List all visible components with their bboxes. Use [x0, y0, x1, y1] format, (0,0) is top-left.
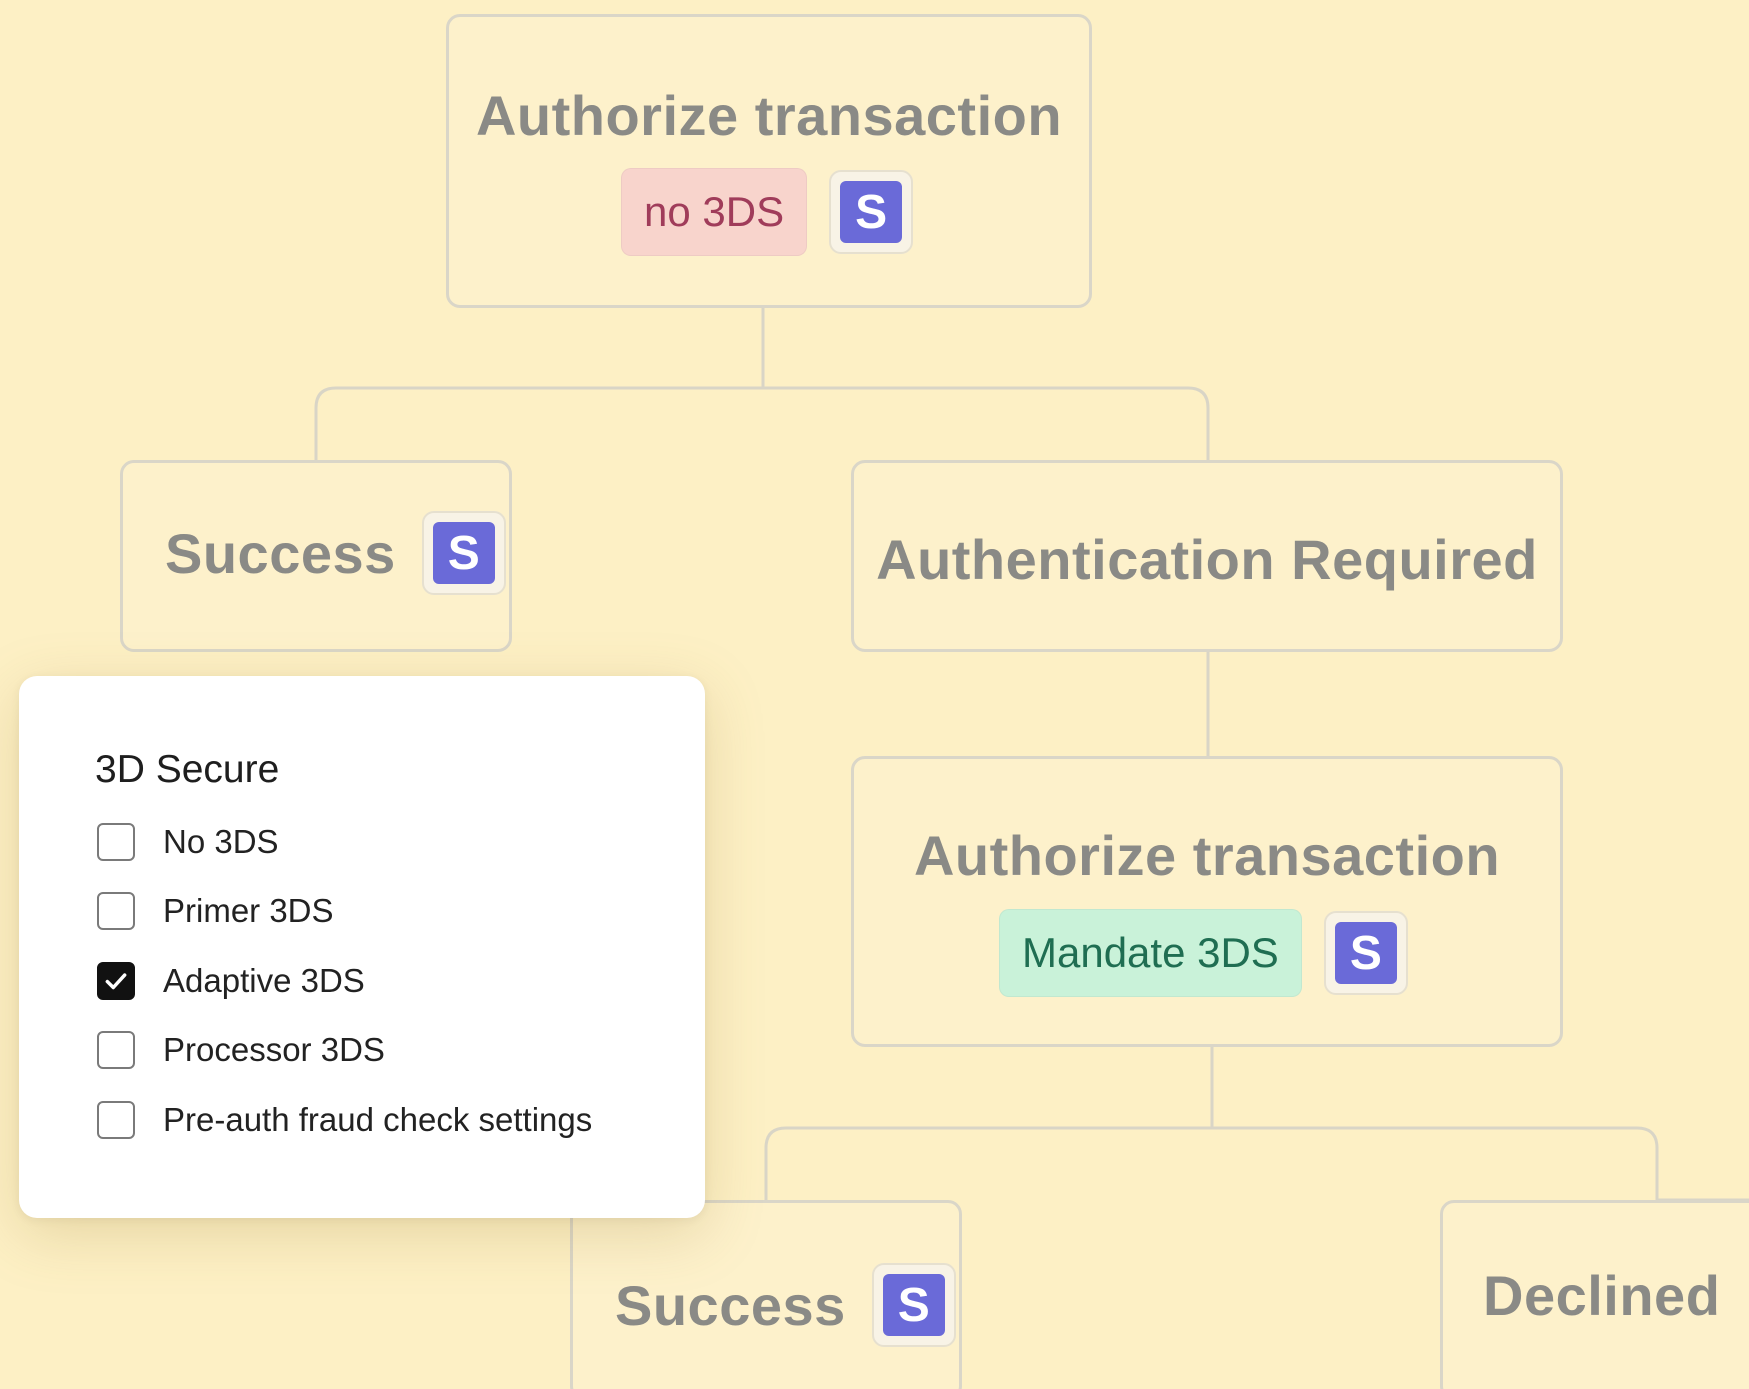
option-label: Primer 3DS: [163, 892, 334, 929]
option-label: Processor 3DS: [163, 1031, 385, 1068]
checkbox[interactable]: [97, 892, 135, 930]
success-node[interactable]: Success S: [120, 460, 512, 652]
workflow-canvas: Authorize transaction no 3DS S Success S…: [0, 0, 1749, 1389]
option-label: Pre-auth fraud check settings: [163, 1101, 593, 1138]
stripe-s-icon: S: [840, 181, 903, 243]
option-no-3ds[interactable]: No 3DS: [97, 823, 279, 861]
success-node-bottom[interactable]: Success S: [570, 1200, 962, 1389]
declined-node[interactable]: Declined: [1440, 1200, 1749, 1389]
authorize-transaction-node[interactable]: Authorize transaction no 3DS S: [446, 14, 1092, 308]
node-title: Authorize transaction: [475, 84, 1063, 147]
checkbox[interactable]: [97, 1031, 135, 1069]
3d-secure-popup: 3D Secure No 3DS Primer 3DS Adaptive 3DS…: [19, 676, 705, 1218]
checkmark-icon: [105, 973, 127, 990]
node-title: Success: [165, 521, 396, 585]
popup-title: 3D Secure: [95, 748, 280, 791]
processor-badge: S: [421, 511, 506, 595]
stripe-s-icon: S: [432, 522, 495, 584]
option-primer-3ds[interactable]: Primer 3DS: [97, 892, 334, 930]
option-pre-auth-fraud-check[interactable]: Pre-auth fraud check settings: [97, 1101, 592, 1139]
checkbox[interactable]: [97, 1101, 135, 1139]
authorize-transaction-mandate-node[interactable]: Authorize transaction Mandate 3DS S: [851, 756, 1563, 1047]
connector-top-split: [314, 308, 1210, 460]
option-processor-3ds[interactable]: Processor 3DS: [97, 1031, 385, 1069]
processor-badge: S: [1323, 911, 1408, 995]
node-title: Authentication Required: [876, 528, 1538, 591]
option-label: Adaptive 3DS: [163, 962, 365, 999]
option-label: No 3DS: [163, 823, 279, 860]
stripe-s-icon: S: [1334, 922, 1397, 984]
option-adaptive-3ds[interactable]: Adaptive 3DS: [97, 962, 365, 1000]
node-title: Authorize transaction: [913, 824, 1501, 887]
checkbox[interactable]: [97, 823, 135, 861]
processor-badge: S: [829, 170, 914, 254]
node-title: Success: [615, 1273, 846, 1337]
mandate-3ds-tag: Mandate 3DS: [999, 909, 1302, 997]
connector-bottom-split: [764, 1047, 1749, 1202]
checkbox-checked[interactable]: [97, 962, 135, 1000]
stripe-s-icon: S: [882, 1274, 945, 1336]
no-3ds-tag: no 3DS: [621, 168, 808, 256]
node-title: Declined: [1483, 1264, 1721, 1327]
authentication-required-node[interactable]: Authentication Required: [851, 460, 1563, 652]
processor-badge: S: [871, 1263, 956, 1347]
